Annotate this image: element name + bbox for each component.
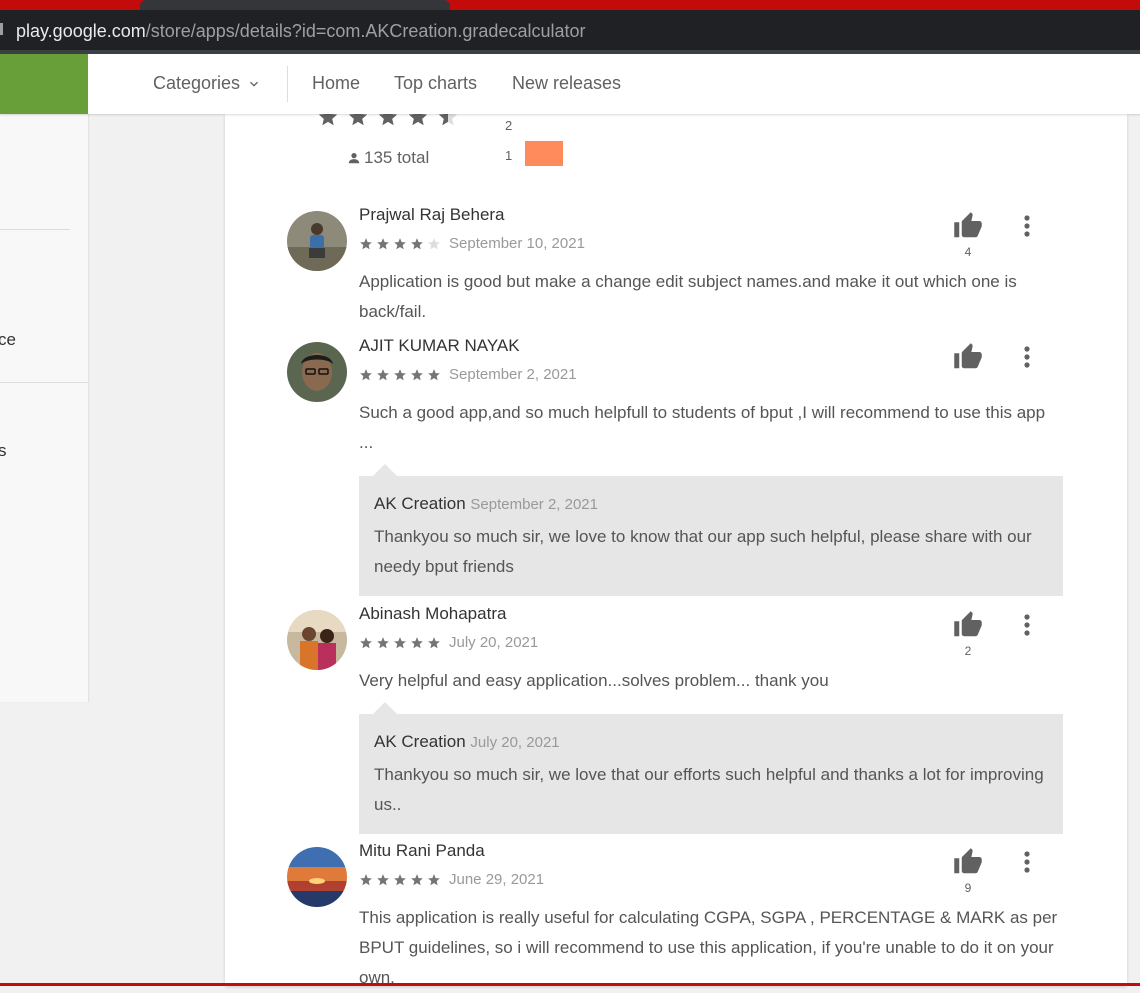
active-tab[interactable]	[140, 0, 450, 10]
review-author: Mitu Rani Panda	[359, 841, 485, 860]
star-icon	[377, 637, 389, 649]
helpful-count: 4	[964, 245, 972, 259]
nav-top-charts[interactable]: Top charts	[394, 73, 477, 94]
review-text: This application is really useful for ca…	[359, 908, 1058, 987]
sidebar-item-fragment[interactable]: s	[0, 441, 7, 461]
star-icon	[411, 637, 423, 649]
star-icon	[411, 238, 423, 250]
reply-header: AK Creation September 2, 2021	[374, 494, 598, 514]
url-text[interactable]: play.google.com/store/apps/details?id=co…	[16, 21, 586, 42]
review-author: Abinash Mohapatra	[359, 604, 507, 623]
more-options-icon[interactable]	[1019, 850, 1035, 874]
total-count: 135 total	[364, 148, 430, 167]
review-stars	[359, 368, 441, 382]
review-stars	[359, 636, 441, 650]
empty-star-icon	[428, 238, 440, 250]
reply-text: Thankyou so much sir, we love to know th…	[374, 527, 1032, 576]
avatar[interactable]	[287, 211, 347, 271]
reviews-card: 135 total 2 1 Prajwal Raj Behera Septemb…	[225, 107, 1127, 987]
more-options-icon[interactable]	[1019, 345, 1035, 369]
star-icon	[394, 238, 406, 250]
reply-notch	[373, 464, 397, 476]
more-options-icon[interactable]	[1019, 613, 1035, 637]
chevron-down-icon	[250, 81, 259, 87]
browser-tab-strip	[0, 0, 1140, 10]
url-path: /store/apps/details?id=com.AKCreation.gr…	[145, 21, 586, 41]
nav-divider	[287, 66, 288, 102]
review-date: July 20, 2021	[449, 634, 539, 651]
person-icon	[348, 153, 360, 164]
histogram-label-2: 2	[505, 118, 513, 133]
star-icon	[360, 238, 372, 250]
review-text: Such a good app,and so much helpfull to …	[359, 403, 1046, 452]
reply-author: AK Creation	[374, 494, 466, 513]
play-header: Categories Home Top charts New releases	[0, 54, 1140, 114]
review-stars	[359, 237, 441, 251]
star-icon	[428, 369, 440, 381]
developer-reply: AK Creation September 2, 2021 Thankyou s…	[359, 464, 1063, 596]
review-author: AJIT KUMAR NAYAK	[359, 336, 520, 355]
review-text: Application is good but make a change ed…	[359, 272, 1017, 321]
url-host: play.google.com	[16, 21, 146, 41]
review-date: June 29, 2021	[449, 871, 545, 888]
reply-date: July 20, 2021	[470, 734, 560, 751]
reply-header: AK Creation July 20, 2021	[374, 732, 560, 752]
review-date: September 2, 2021	[449, 366, 577, 383]
review-author: Prajwal Raj Behera	[359, 205, 505, 224]
histogram-bar-1	[525, 141, 563, 166]
nav-new-releases[interactable]: New releases	[512, 73, 621, 94]
star-icon	[394, 874, 406, 886]
thumbs-up-icon[interactable]	[953, 211, 983, 241]
star-icon	[411, 874, 423, 886]
sidebar-divider	[0, 229, 70, 230]
star-icon	[394, 369, 406, 381]
star-icon	[428, 637, 440, 649]
review-stars	[359, 873, 441, 887]
star-icon	[360, 874, 372, 886]
categories-label: Categories	[153, 73, 241, 93]
star-icon	[428, 874, 440, 886]
review-text: Very helpful and easy application...solv…	[359, 671, 829, 690]
helpful-count: 2	[964, 644, 972, 658]
avatar[interactable]	[287, 847, 347, 907]
categories-dropdown[interactable]: Categories	[153, 73, 262, 94]
reply-date: September 2, 2021	[470, 496, 598, 513]
star-icon	[360, 369, 372, 381]
developer-reply: AK Creation July 20, 2021 Thankyou so mu…	[359, 702, 1063, 834]
thumbs-up-icon[interactable]	[953, 847, 983, 877]
review-date: September 10, 2021	[449, 235, 585, 252]
thumbs-up-icon[interactable]	[953, 342, 983, 372]
left-sidebar: ce s	[0, 114, 88, 702]
histogram-label-1: 1	[505, 148, 513, 163]
reply-author: AK Creation	[374, 732, 466, 751]
site-info-icon[interactable]	[0, 23, 3, 35]
reply-text: Thankyou so much sir, we love that our e…	[374, 765, 1044, 814]
avatar[interactable]	[287, 610, 347, 670]
star-icon	[360, 637, 372, 649]
star-icon	[377, 874, 389, 886]
address-bar[interactable]: play.google.com/store/apps/details?id=co…	[0, 10, 1140, 50]
sidebar-divider	[0, 382, 88, 383]
more-options-icon[interactable]	[1019, 214, 1035, 238]
sidebar-item-fragment[interactable]: ce	[0, 330, 16, 350]
helpful-count: 9	[964, 881, 972, 895]
star-icon	[377, 369, 389, 381]
avatar[interactable]	[287, 342, 347, 402]
star-icon	[377, 238, 389, 250]
nav-home[interactable]: Home	[312, 73, 360, 94]
thumbs-up-icon[interactable]	[953, 610, 983, 640]
star-icon	[394, 637, 406, 649]
brand-block[interactable]	[0, 54, 88, 114]
reply-notch	[373, 702, 397, 714]
star-icon	[411, 369, 423, 381]
total-ratings: 135 total	[347, 148, 429, 168]
